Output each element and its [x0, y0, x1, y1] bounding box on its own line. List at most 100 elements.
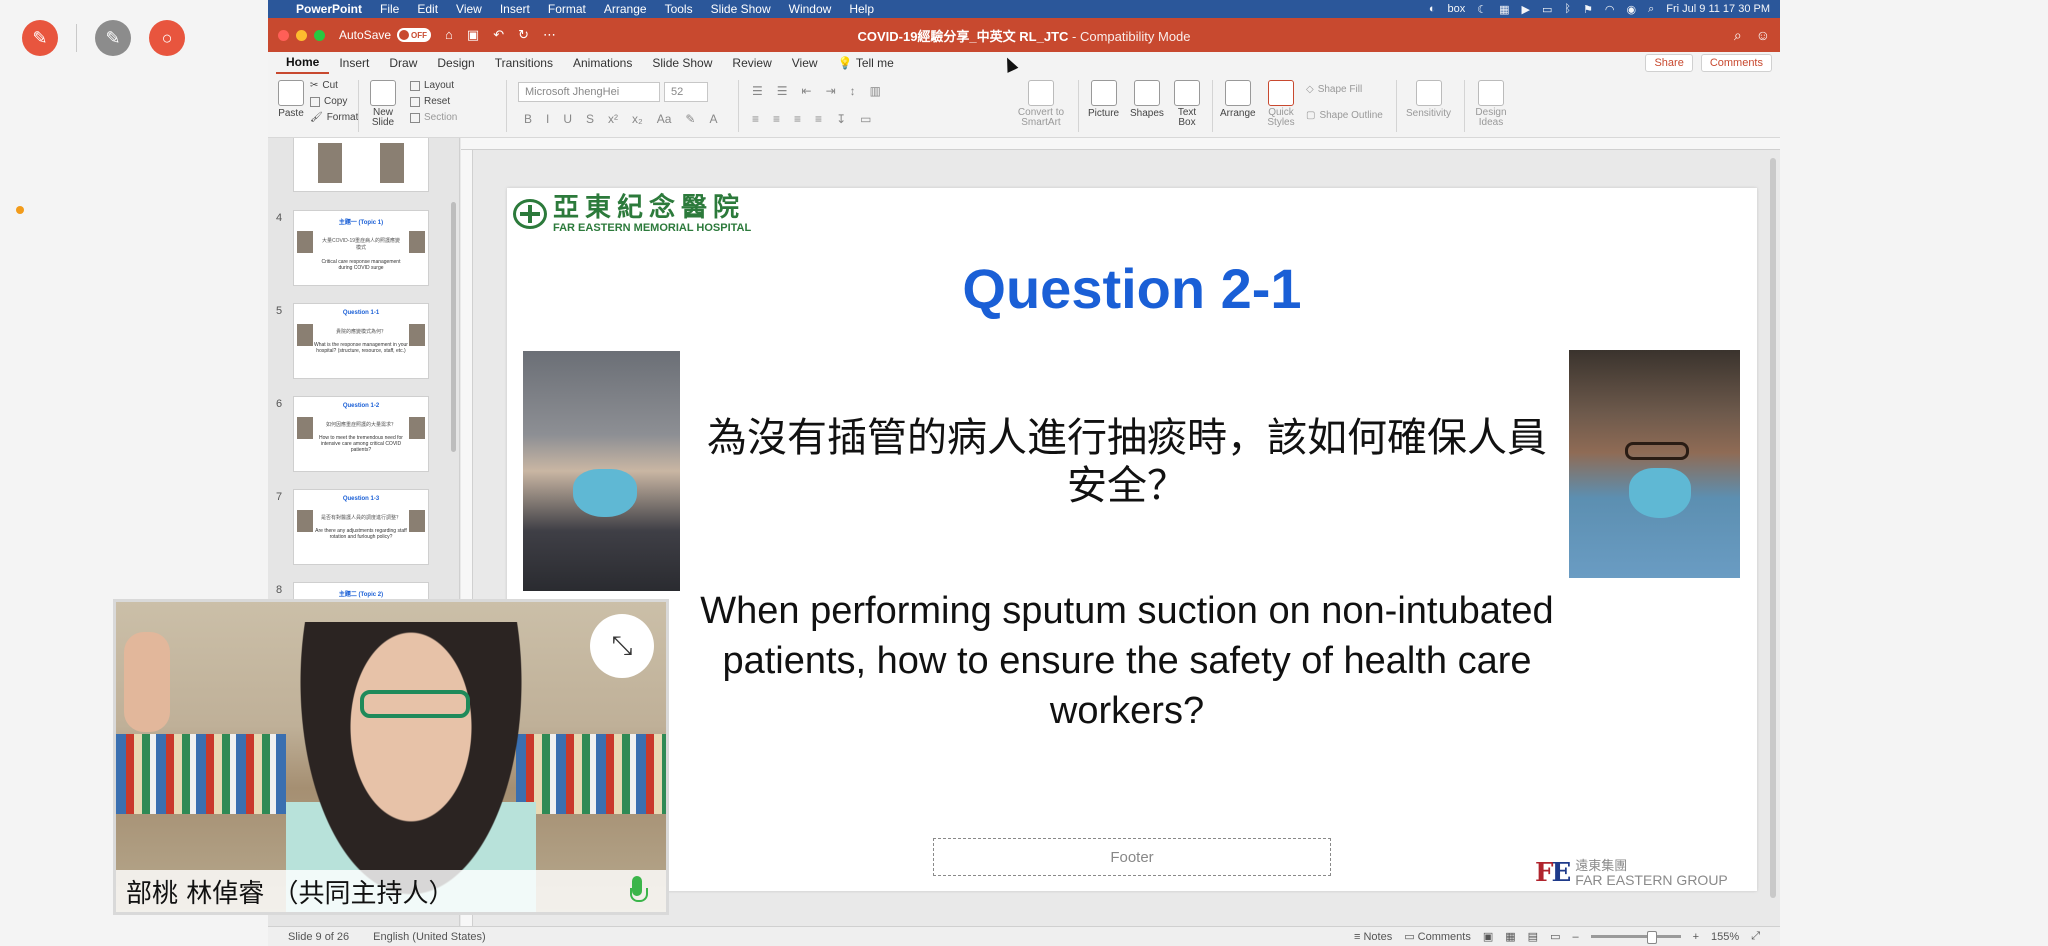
grid-icon[interactable]: ▦ — [1499, 3, 1509, 16]
decrease-indent-icon[interactable]: ⇤ — [802, 84, 812, 98]
columns-icon[interactable]: ▥ — [870, 84, 881, 98]
minimize-video-icon[interactable]: ⤡ — [590, 614, 654, 678]
slide-title[interactable]: Question 2-1 — [507, 256, 1757, 321]
quick-styles-button[interactable]: Quick Styles — [1264, 80, 1298, 128]
italic-icon[interactable]: I — [546, 112, 549, 126]
slide-sorter-icon[interactable]: ▦ — [1505, 930, 1515, 943]
text-direction-icon[interactable]: ↧ — [836, 112, 846, 126]
copy-button[interactable]: Copy — [310, 96, 347, 107]
superscript-icon[interactable]: x² — [608, 112, 618, 126]
undo-icon[interactable]: ↶ — [493, 27, 504, 43]
menu-insert[interactable]: Insert — [500, 2, 530, 16]
question-zh[interactable]: 為沒有插管的病人進行抽痰時，該如何確保人員安全？ — [707, 414, 1547, 510]
thumbnail-image[interactable]: Question 1-3 是否有對醫護人員的調度進行調整？ Are there … — [293, 489, 429, 565]
autosave-toggle[interactable]: OFF — [397, 28, 432, 42]
battery-icon[interactable]: ▭ — [1542, 3, 1552, 16]
tab-slide-show[interactable]: Slide Show — [642, 52, 722, 74]
strikethrough-icon[interactable]: S — [586, 112, 594, 126]
box-label[interactable]: box — [1447, 3, 1465, 15]
participant-photo-right[interactable] — [1569, 350, 1740, 578]
mute-mic-icon[interactable]: ✎ — [22, 20, 58, 56]
zoom-out-icon[interactable]: – — [1572, 931, 1578, 943]
font-name-select[interactable]: Microsoft JhengHei — [518, 82, 660, 102]
play-icon[interactable]: ▶ — [1522, 3, 1530, 16]
home-icon[interactable]: ⌂ — [445, 27, 453, 43]
new-slide-button[interactable]: New Slide — [368, 80, 398, 128]
user-icon[interactable]: ◉ — [1626, 3, 1636, 16]
moon-icon[interactable]: ☾ — [1477, 3, 1487, 16]
shape-fill-button[interactable]: ◇ Shape Fill — [1306, 84, 1362, 95]
menu-app-name[interactable]: PowerPoint — [296, 2, 362, 16]
tab-home[interactable]: Home — [276, 52, 330, 74]
notes-button[interactable]: ≡ Notes — [1354, 931, 1392, 943]
section-button[interactable]: Section — [410, 112, 457, 123]
bluetooth-icon[interactable]: ᛒ — [1564, 3, 1571, 15]
menu-help[interactable]: Help — [849, 2, 874, 16]
clock-text[interactable]: Fri Jul 9 11 17 30 PM — [1666, 3, 1770, 15]
flag-icon[interactable]: ⚑ — [1583, 3, 1593, 16]
tab-draw[interactable]: Draw — [379, 52, 427, 74]
text-box-button[interactable]: Text Box — [1172, 80, 1202, 128]
search-icon[interactable]: ⌕ — [1648, 3, 1654, 16]
participant-photo-left[interactable] — [523, 351, 680, 591]
subscript-icon[interactable]: x₂ — [632, 112, 643, 126]
cut-button[interactable]: ✂ Cut — [310, 80, 338, 91]
annotate-icon[interactable]: ✎ — [95, 20, 131, 56]
tab-review[interactable]: Review — [722, 52, 781, 74]
language[interactable]: English (United States) — [373, 931, 486, 943]
zoom-slider[interactable] — [1590, 931, 1681, 944]
tab-tell-me[interactable]: 💡 Tell me — [828, 52, 904, 74]
slide[interactable]: 亞東紀念醫院 FAR EASTERN MEMORIAL HOSPITAL Que… — [507, 188, 1757, 891]
tab-transitions[interactable]: Transitions — [485, 52, 563, 74]
justify-icon[interactable]: ≡ — [815, 112, 822, 126]
menu-view[interactable]: View — [456, 2, 482, 16]
smile-icon[interactable]: ☺ — [1756, 27, 1770, 44]
share-button[interactable]: Share — [1645, 54, 1693, 72]
thumbnail-image[interactable]: 主題一 (Topic 1) 大量COVID-19重症病人的照護應變模式 Crit… — [293, 210, 429, 286]
normal-view-icon[interactable]: ▣ — [1483, 930, 1493, 943]
thumbnail-image[interactable] — [293, 138, 429, 192]
thumbnail-image[interactable]: Question 1-2 如何因應重症照護的大量需求？ How to meet … — [293, 396, 429, 472]
design-ideas-button[interactable]: Design Ideas — [1474, 80, 1508, 128]
layout-button[interactable]: Layout — [410, 80, 454, 91]
underline-icon[interactable]: U — [563, 112, 572, 126]
bullets-icon[interactable]: ☰ — [752, 84, 763, 98]
highlight-icon[interactable]: ✎ — [685, 112, 695, 126]
increase-indent-icon[interactable]: ⇥ — [826, 84, 836, 98]
save-icon[interactable]: ▣ — [467, 27, 479, 43]
change-case-icon[interactable]: Aa — [657, 112, 672, 126]
menu-window[interactable]: Window — [789, 2, 832, 16]
sensitivity-button[interactable]: Sensitivity — [1406, 80, 1451, 119]
menu-tools[interactable]: Tools — [665, 2, 693, 16]
menu-slide-show[interactable]: Slide Show — [711, 2, 771, 16]
tab-view[interactable]: View — [782, 52, 828, 74]
thumbnail-image[interactable]: Question 1-1 貴院的應變模式為何？ What is the resp… — [293, 303, 429, 379]
wifi-icon[interactable]: ◠ — [1605, 3, 1615, 16]
comments-status-button[interactable]: ▭ Comments — [1404, 930, 1471, 943]
status-icon[interactable]: ◐ — [1429, 3, 1436, 15]
more-icon[interactable]: ⋯ — [543, 27, 556, 43]
reset-button[interactable]: Reset — [410, 96, 450, 107]
shapes-button[interactable]: Shapes — [1130, 80, 1164, 119]
question-en[interactable]: When performing sputum suction on non-in… — [697, 586, 1557, 736]
shape-outline-button[interactable]: ▢ Shape Outline — [1306, 110, 1383, 121]
thumbnails-scrollbar[interactable] — [451, 202, 456, 452]
slideshow-view-icon[interactable]: ▭ — [1550, 930, 1560, 943]
fit-slide-icon[interactable]: ⤢ — [1751, 930, 1760, 943]
tab-design[interactable]: Design — [427, 52, 484, 74]
microphone-icon[interactable] — [630, 876, 648, 906]
tab-animations[interactable]: Animations — [563, 52, 642, 74]
align-text-icon[interactable]: ▭ — [860, 112, 871, 126]
line-spacing-icon[interactable]: ↕ — [850, 84, 856, 98]
search-icon[interactable]: ⌕ — [1734, 27, 1742, 44]
align-center-icon[interactable]: ≡ — [773, 112, 780, 126]
font-color-icon[interactable]: A — [709, 112, 717, 126]
arrange-button[interactable]: Arrange — [1220, 80, 1256, 119]
menu-arrange[interactable]: Arrange — [604, 2, 647, 16]
menu-file[interactable]: File — [380, 2, 399, 16]
minimize-window-icon[interactable] — [296, 29, 307, 41]
zoom-level[interactable]: 155% — [1711, 931, 1739, 943]
bold-icon[interactable]: B — [524, 112, 532, 126]
numbering-icon[interactable]: ☰ — [777, 84, 788, 98]
convert-smartart-button[interactable]: Convert to SmartArt — [1016, 80, 1066, 128]
